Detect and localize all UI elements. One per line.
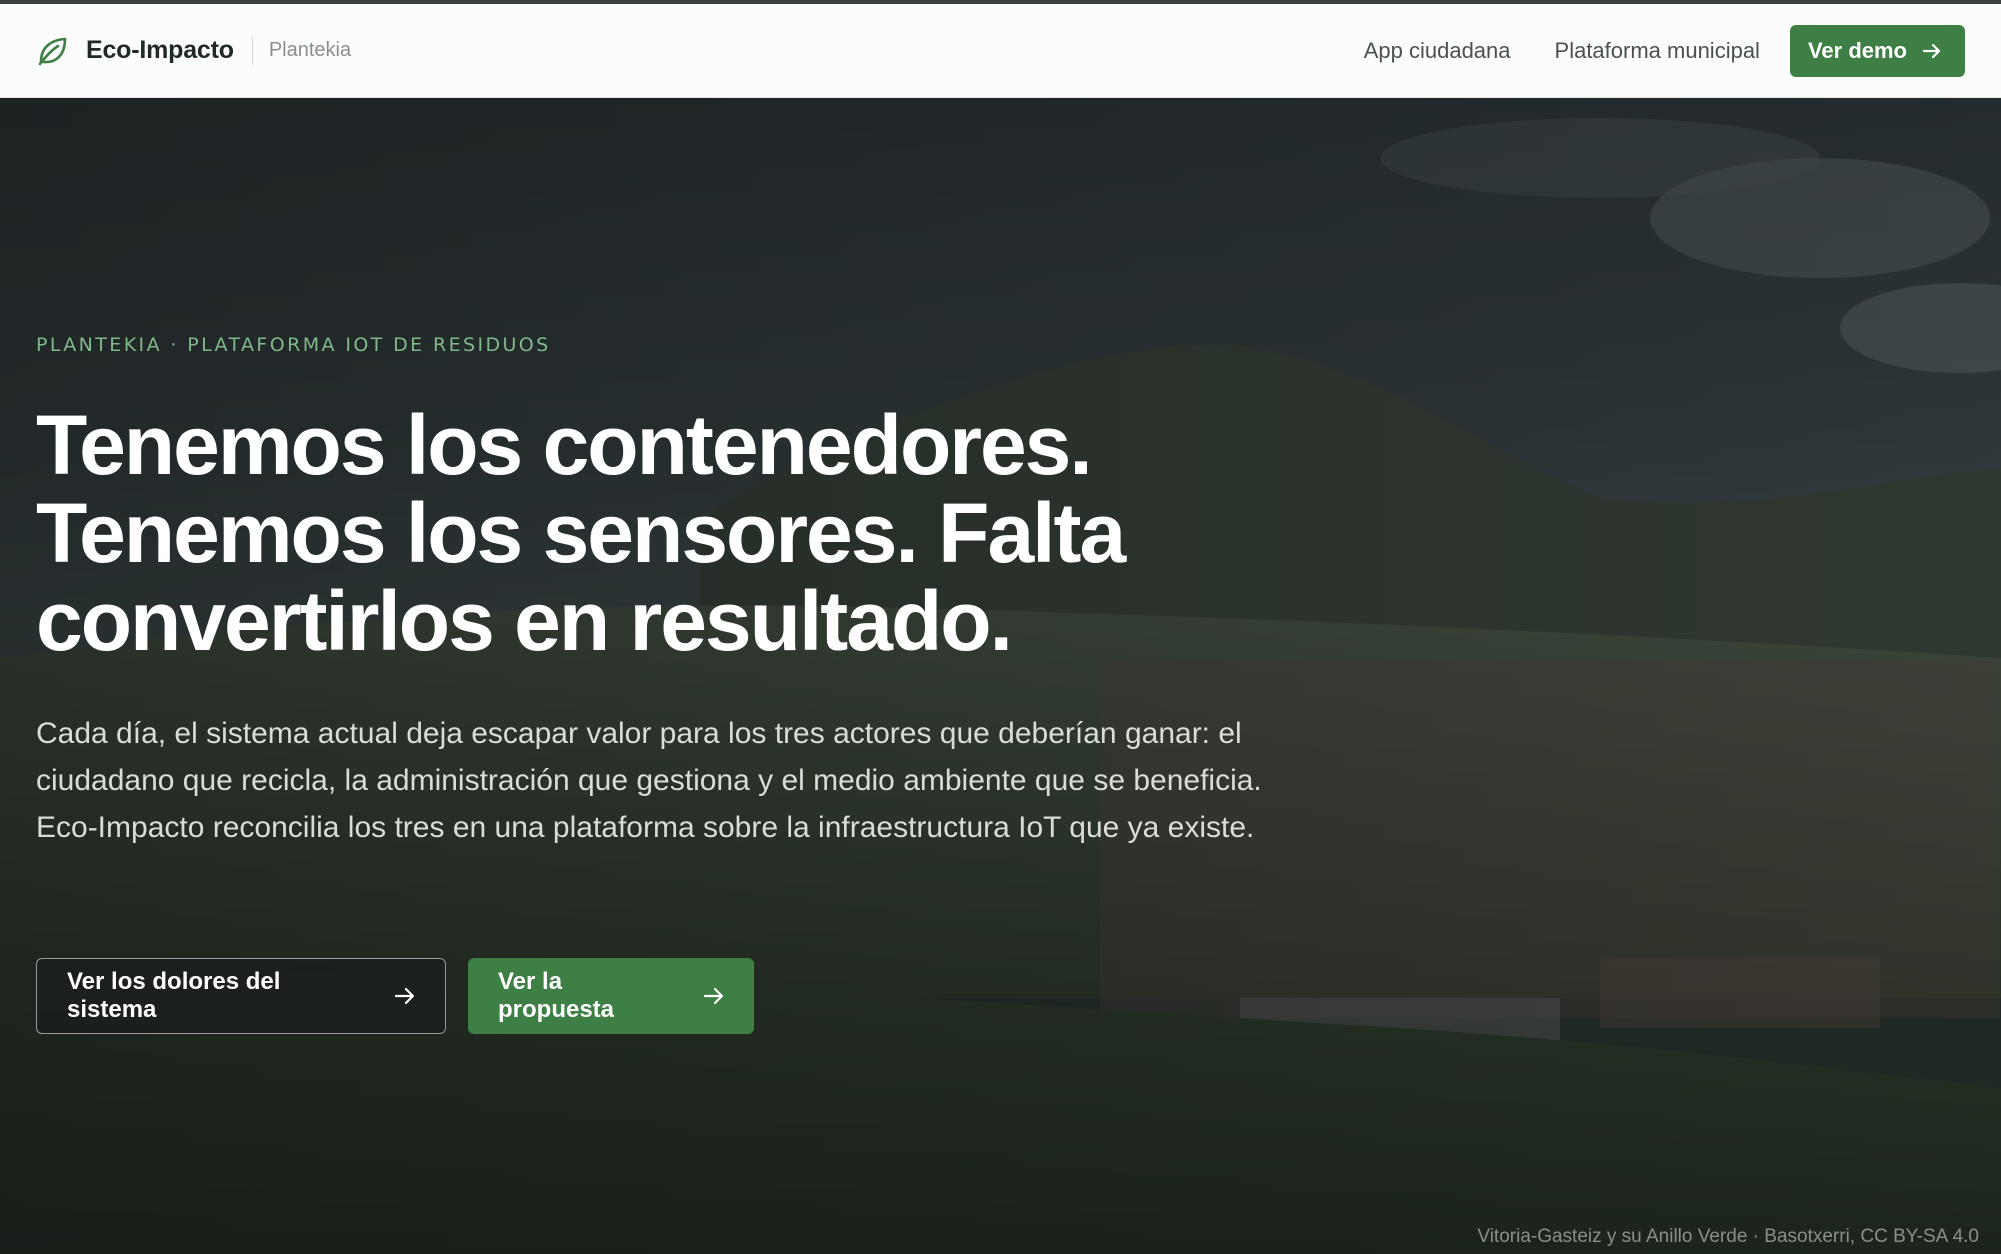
hero-cta-row: Ver los dolores del sistema Ver la propu… [36,958,754,1034]
hero-lead-paragraph: Cada día, el sistema actual deja escapar… [36,717,1262,844]
arrow-right-icon [703,987,724,1005]
ver-propuesta-label: Ver la propuesta [498,968,615,1023]
hero-headline: Tenemos los contenedores. Tenemos los se… [36,401,1236,665]
ver-dolores-button[interactable]: Ver los dolores del sistema [36,958,446,1034]
arrow-right-icon [395,987,415,1005]
photo-credit: Vitoria-Gasteiz y su Anillo Verde · Baso… [1477,1226,1979,1247]
hero-section: PLANTEKIA · PLATAFORMA IOT DE RESIDUOS T… [0,98,2001,1254]
ver-demo-button[interactable]: Ver demo [1789,24,1965,77]
nav-link-plataforma-municipal[interactable]: Plataforma municipal [1555,38,1760,64]
headline-line: convertirlos en resultado. [36,574,1013,668]
nav-link-app-ciudadana[interactable]: App ciudadana [1364,38,1511,64]
site-header: Eco-Impacto Plantekia App ciudadana Plat… [0,4,2001,98]
brand-name: Eco-Impacto [86,36,234,64]
ver-dolores-label: Ver los dolores del sistema [67,968,281,1023]
brand-divider [251,36,253,65]
hero-eyebrow: PLANTEKIA · PLATAFORMA IOT DE RESIDUOS [36,334,551,356]
brand[interactable]: Eco-Impacto Plantekia [36,34,351,68]
arrow-right-icon [1922,43,1941,58]
brand-subtitle: Plantekia [268,39,352,61]
leaf-icon [38,37,67,65]
hero-overlay [0,98,2001,1254]
headline-line: Tenemos los contenedores. [36,398,1093,492]
ver-demo-label: Ver demo [1807,37,1907,63]
ver-propuesta-button[interactable]: Ver la propuesta [468,958,754,1034]
headline-line: Tenemos los sensores. Falta [36,486,1126,580]
main-nav: App ciudadana Plataforma municipal Ver d… [1320,24,1965,77]
